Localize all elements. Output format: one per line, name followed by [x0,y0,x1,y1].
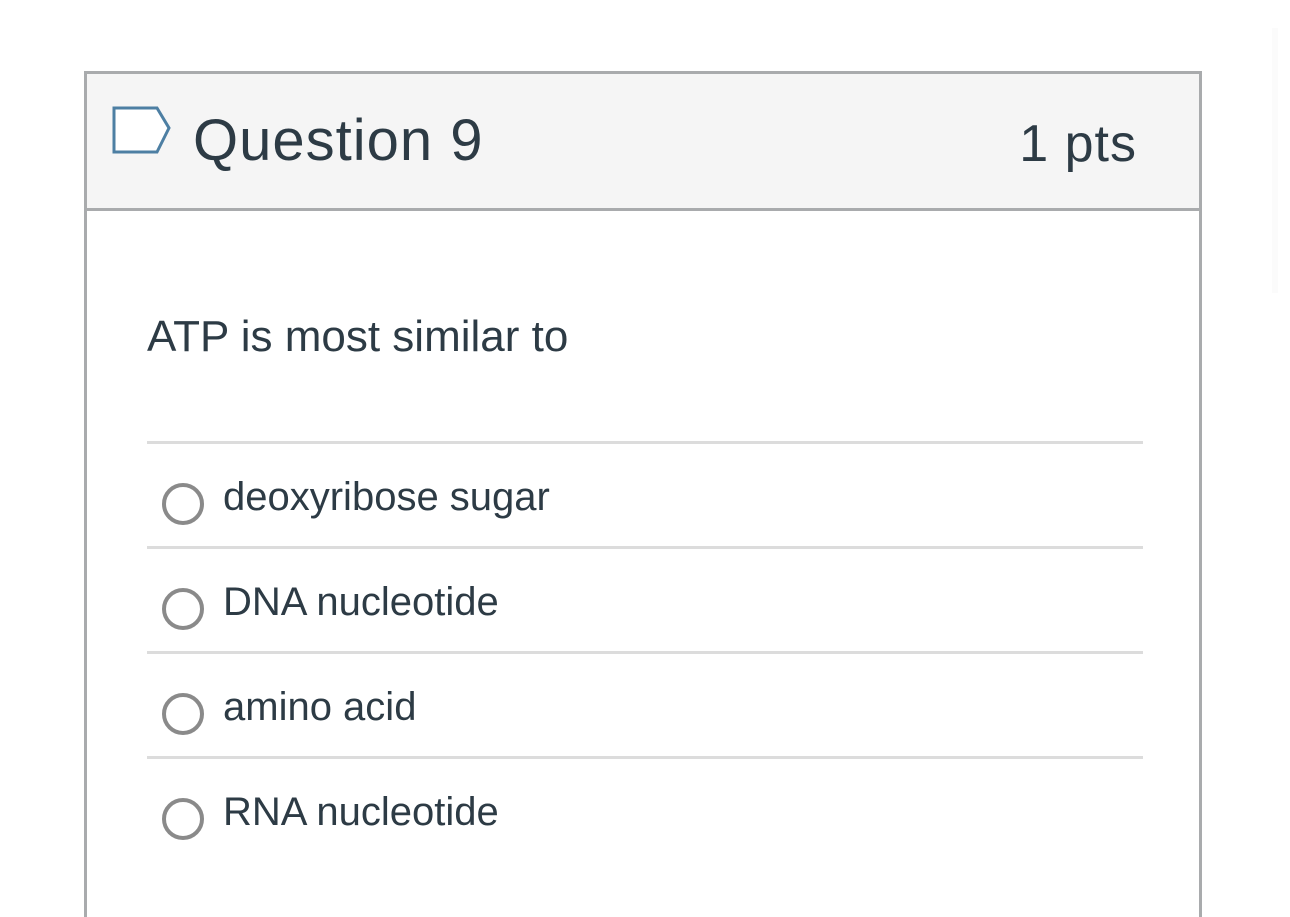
bookmark-flag-icon [112,106,171,154]
answer-label: RNA nucleotide [223,790,499,834]
page-edge-shadow [1272,28,1278,293]
answer-option[interactable]: RNA nucleotide [147,759,1143,861]
question-text: ATP is most similar to [147,312,569,361]
question-points: 1 pts [1019,115,1137,173]
radio-button[interactable] [162,588,204,630]
question-header: Question 9 1 pts [87,74,1199,211]
answer-option[interactable]: deoxyribose sugar [147,444,1143,549]
flag-question-button[interactable] [111,105,173,155]
question-card: Question 9 1 pts ATP is most similar to … [84,71,1202,917]
radio-button[interactable] [162,483,204,525]
radio-button[interactable] [162,693,204,735]
answer-label: amino acid [223,685,417,729]
answer-label: deoxyribose sugar [223,475,550,519]
answer-label: DNA nucleotide [223,580,499,624]
radio-button[interactable] [162,798,204,840]
answer-option[interactable]: DNA nucleotide [147,549,1143,654]
answer-option[interactable]: amino acid [147,654,1143,759]
answer-list: deoxyribose sugar DNA nucleotide amino a… [147,441,1143,861]
question-title: Question 9 [193,108,484,173]
quiz-page: Question 9 1 pts ATP is most similar to … [0,0,1290,917]
